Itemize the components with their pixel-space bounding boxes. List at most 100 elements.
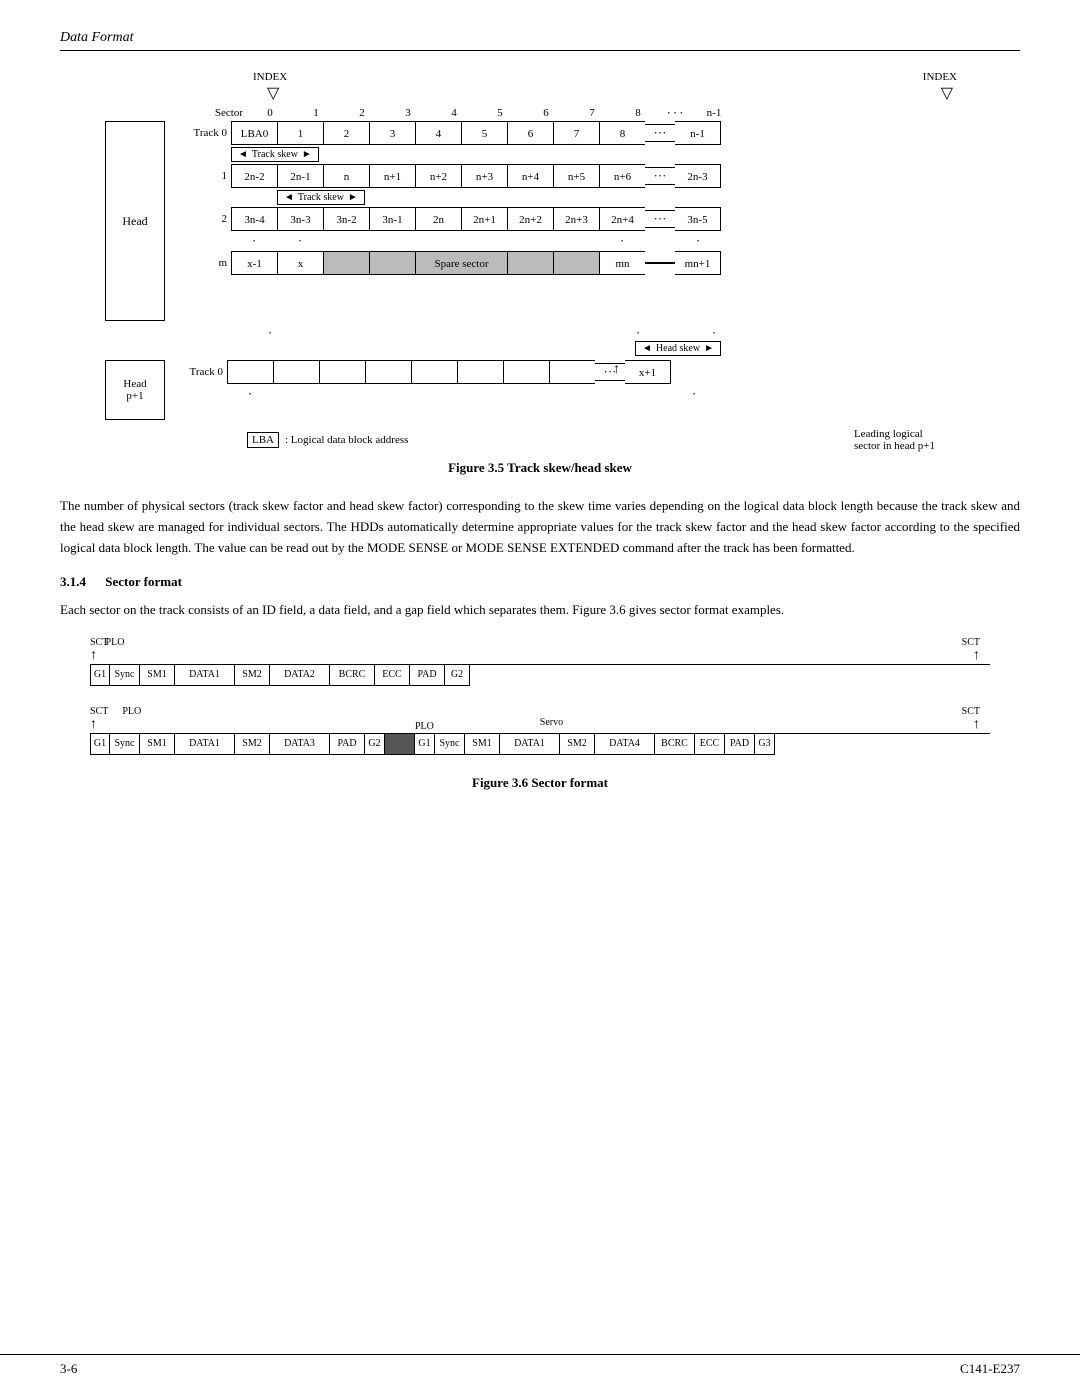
index-arrow-right: ▽: [941, 83, 953, 103]
track-skew-2: ◄ Track skew ►: [231, 190, 721, 205]
cell-n2: n+2: [415, 164, 461, 188]
cell-mn1: mn+1: [675, 251, 721, 275]
bt-x1-cell: x+1: [625, 360, 671, 384]
head1-row: 1 2n-2 2n-1 n n+1 n+2 n+3 n+4 n+5 n+6 ··…: [169, 164, 721, 188]
sector-row-1: SCT PLO SCT ↑ ↑ G1 Sync SM1 DATA1 SM2: [90, 637, 990, 686]
cell-spare1: [323, 251, 369, 275]
sector-num-3: 3: [385, 107, 431, 119]
head1-label: 1: [169, 170, 231, 182]
r2-sm2b: SM2: [560, 733, 595, 755]
head-p1-box: Head p+1: [105, 360, 165, 420]
r2-data3: DATA3: [270, 733, 330, 755]
dots-below: · · ·: [247, 325, 975, 341]
cell-3n3: 3n-3: [277, 207, 323, 231]
track0-bottom-label: Track 0: [165, 366, 227, 378]
cell-3n5: 3n-5: [675, 207, 721, 231]
r1-sm1: SM1: [140, 664, 175, 686]
bt-cell8: [549, 360, 595, 384]
cell-8: 8: [599, 121, 645, 145]
bt-cell1: [227, 360, 273, 384]
r1-sync: Sync: [110, 664, 140, 686]
r2-g1: G1: [90, 733, 110, 755]
sct-right-r1: SCT: [962, 637, 980, 648]
sector-dots: ···: [661, 105, 691, 121]
head-label: Head: [122, 214, 147, 229]
r2-g2: G2: [365, 733, 385, 755]
r1-data2: DATA2: [270, 664, 330, 686]
sector-num-2: 2: [339, 107, 385, 119]
figure-36-diagram: SCT PLO SCT ↑ ↑ G1 Sync SM1 DATA1 SM2: [90, 637, 990, 755]
bt-cell6: [457, 360, 503, 384]
sector-num-5: 5: [477, 107, 523, 119]
cell-n: n: [323, 164, 369, 188]
leading-note-line1: Leading logical: [854, 428, 935, 440]
cell-4: 4: [415, 121, 461, 145]
head2-label: 2: [169, 213, 231, 225]
cell-n1b: n+1: [369, 164, 415, 188]
cell-spare4: [553, 251, 599, 275]
sector-num-7: 7: [569, 107, 615, 119]
r2-data4: DATA4: [595, 733, 655, 755]
cell-2n-b: 2n: [415, 207, 461, 231]
index-label-right: INDEX: [923, 71, 957, 83]
page-header: Data Format: [60, 30, 1020, 51]
cell-n5: n+5: [553, 164, 599, 188]
sct-labels-row2: SCT PLO Servo SCT: [90, 706, 990, 717]
arrow-right-2: ►: [348, 192, 358, 203]
r1-pad: PAD: [410, 664, 445, 686]
leading-note-line2: sector in head p+1: [854, 440, 935, 452]
cell-spare2: [369, 251, 415, 275]
bottom-track-row: Track 0 ··· x+1: [165, 360, 717, 384]
rows-container: Track 0 LBA0 1 2 3 4 5 6 7 8 ··· n-1 ◄: [169, 121, 721, 321]
head-p1-label: p+1: [126, 390, 143, 402]
section-title: Sector format: [105, 574, 182, 589]
cells-row2: G1 Sync SM1 DATA1 SM2 DATA3 PAD G2 PLO G…: [90, 733, 990, 755]
arrow-left-2: ◄: [284, 192, 294, 203]
head2-row: 2 3n-4 3n-3 3n-2 3n-1 2n 2n+1 2n+2 2n+3 …: [169, 207, 721, 231]
track0-row: Track 0 LBA0 1 2 3 4 5 6 7 8 ··· n-1: [169, 121, 721, 145]
dots-row2: ···: [645, 210, 675, 228]
sct-left-r2: SCT: [90, 706, 108, 717]
cell-3n2: 3n-2: [323, 207, 369, 231]
cell-3: 3: [369, 121, 415, 145]
figure-35-diagram: INDEX INDEX ▽ ▽ Sector 0 1 2 3 4 5 6 7 8…: [105, 71, 975, 452]
sct-labels-row1: SCT PLO SCT: [90, 637, 990, 648]
cell-2n3: 2n-3: [675, 164, 721, 188]
dots-rowm: [645, 262, 675, 264]
r2-sm1: SM1: [140, 733, 175, 755]
head-skew-label: Head skew: [656, 343, 700, 354]
cell-5: 5: [461, 121, 507, 145]
arrow-right-hskew: ►: [704, 343, 714, 354]
index-label-left: INDEX: [253, 71, 287, 83]
r2-data1b: DATA1: [500, 733, 560, 755]
cell-x1: x-1: [231, 251, 277, 275]
cell-6: 6: [507, 121, 553, 145]
sector-label: Sector: [185, 107, 247, 119]
arrow-row1: ↑ ↑: [90, 648, 990, 664]
arrow-left-hskew: ◄: [642, 343, 652, 354]
cell-3n4: 3n-4: [231, 207, 277, 231]
header-title: Data Format: [60, 30, 134, 45]
cell-2n1b: 2n+1: [461, 207, 507, 231]
sector-num-6: 6: [523, 107, 569, 119]
index-arrow-left: ▽: [267, 83, 279, 103]
head-label-box: Head: [105, 121, 165, 321]
cells-row1: G1 Sync SM1 DATA1 SM2 DATA2 BCRC ECC PAD…: [90, 664, 990, 686]
cell-2n2b: 2n+2: [507, 207, 553, 231]
figure35-caption: Figure 3.5 Track skew/head skew: [60, 460, 1020, 476]
sector-num-4: 4: [431, 107, 477, 119]
head-label-bottom: Head: [123, 378, 146, 390]
r2-g1b: PLO G1: [415, 733, 435, 755]
r2-sm2: SM2: [235, 733, 270, 755]
sct-right-r2: SCT: [962, 706, 980, 717]
cell-spare3: [507, 251, 553, 275]
sector-num-0: 0: [247, 107, 293, 119]
bottom-section: Head p+1 Track 0 ··· x+1: [105, 360, 975, 420]
r1-bcrc: BCRC: [330, 664, 375, 686]
r1-g1: G1: [90, 664, 110, 686]
cell-n3: n+3: [461, 164, 507, 188]
r2-syncb: Sync: [435, 733, 465, 755]
bt-dots-row: · ↑ ·: [227, 384, 717, 404]
r2-ecc: ECC: [695, 733, 725, 755]
cell-n4: n+4: [507, 164, 553, 188]
